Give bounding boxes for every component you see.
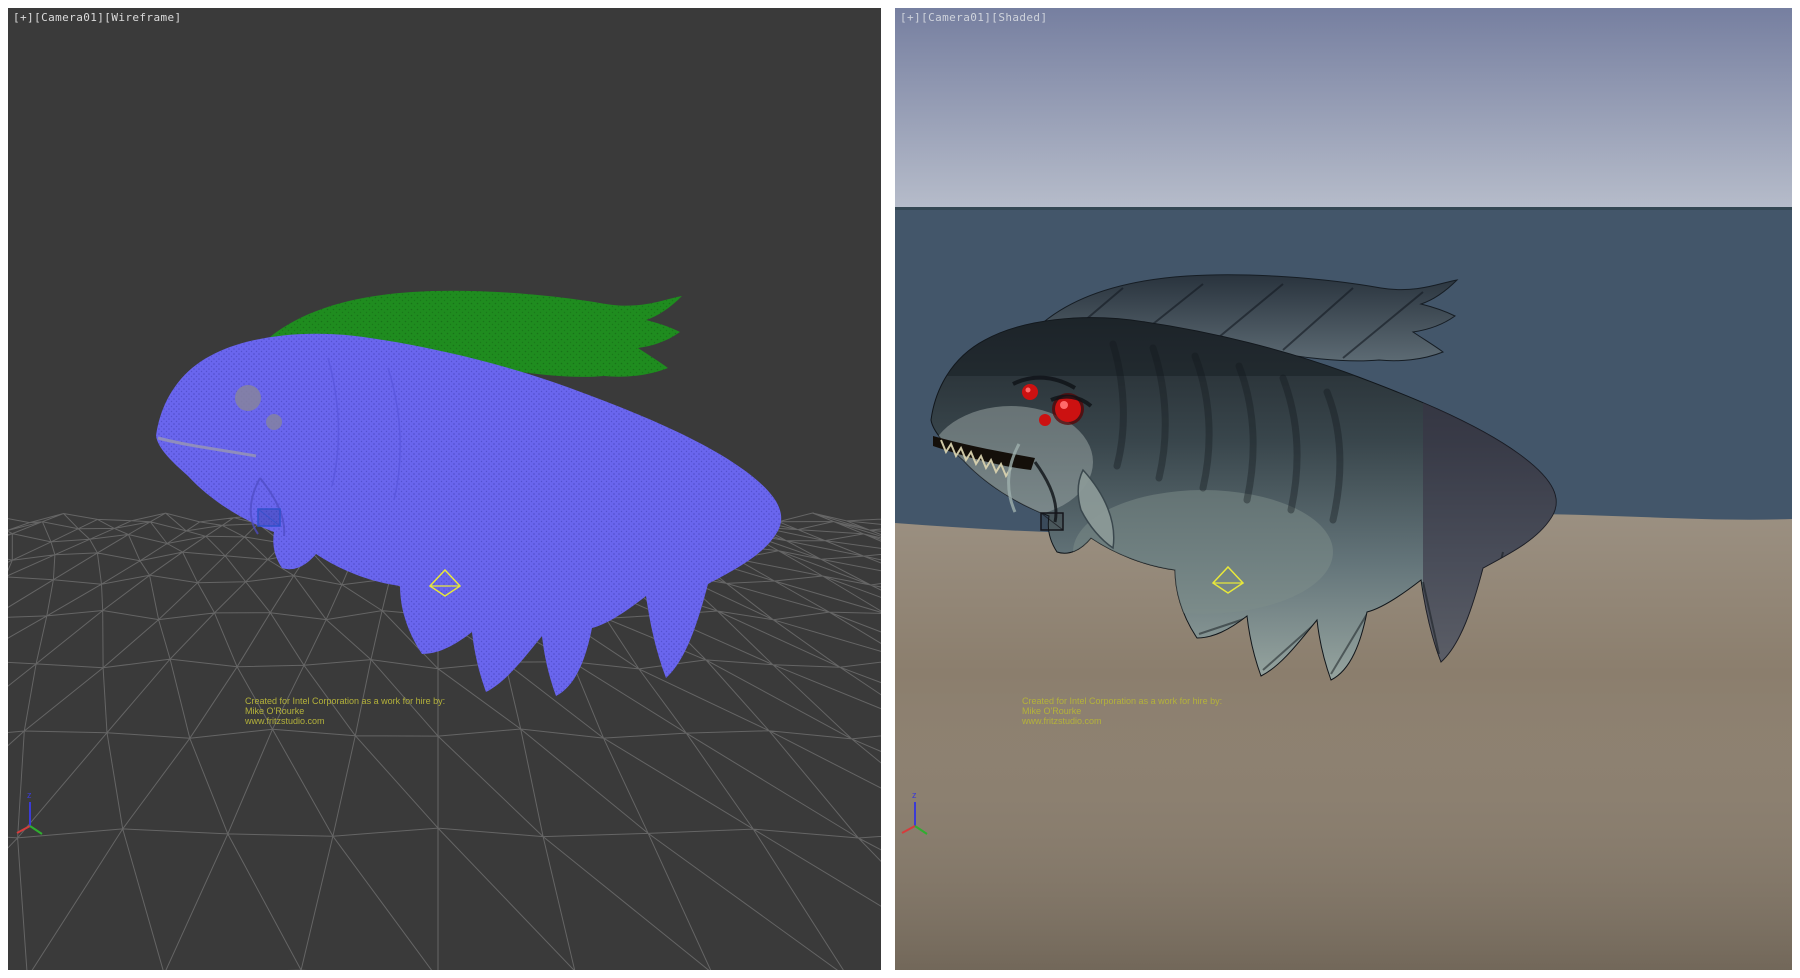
watermark-line-2: Mike O'Rourke bbox=[1022, 706, 1222, 716]
viewport-wireframe-canvas: z bbox=[8, 8, 881, 970]
viewport-shaded[interactable]: z [+][Camera01][Shaded] Created for Inte… bbox=[895, 8, 1792, 970]
watermark-line-3: www.fritzstudio.com bbox=[245, 716, 445, 726]
fish-model-wireframe[interactable] bbox=[156, 291, 781, 696]
sky bbox=[895, 8, 1792, 208]
watermark-text: Created for Intel Corporation as a work … bbox=[245, 696, 445, 726]
helper-box-gizmo[interactable] bbox=[258, 509, 280, 526]
viewport-shaded-canvas: z bbox=[895, 8, 1792, 970]
horizon-line bbox=[895, 207, 1792, 210]
viewport-wireframe[interactable]: z [+][Camera01][Wireframe] Created for I… bbox=[8, 8, 881, 970]
axis-z-label: z bbox=[27, 790, 32, 800]
fish-eye bbox=[235, 385, 261, 411]
watermark-text: Created for Intel Corporation as a work … bbox=[1022, 696, 1222, 726]
screenshot-stage: { "viewport_left": { "label": "[+][Camer… bbox=[0, 0, 1800, 978]
viewport-label-wireframe[interactable]: [+][Camera01][Wireframe] bbox=[13, 11, 182, 24]
fish-eye-small bbox=[266, 414, 282, 430]
watermark-line-3: www.fritzstudio.com bbox=[1022, 716, 1222, 726]
viewport-label-shaded[interactable]: [+][Camera01][Shaded] bbox=[900, 11, 1047, 24]
axis-z-label: z bbox=[912, 790, 917, 800]
watermark-line-1: Created for Intel Corporation as a work … bbox=[245, 696, 445, 706]
helper-box-gizmo[interactable] bbox=[1041, 513, 1063, 530]
watermark-line-2: Mike O'Rourke bbox=[245, 706, 445, 716]
watermark-line-1: Created for Intel Corporation as a work … bbox=[1022, 696, 1222, 706]
world-axis-tripod: z bbox=[17, 790, 42, 834]
